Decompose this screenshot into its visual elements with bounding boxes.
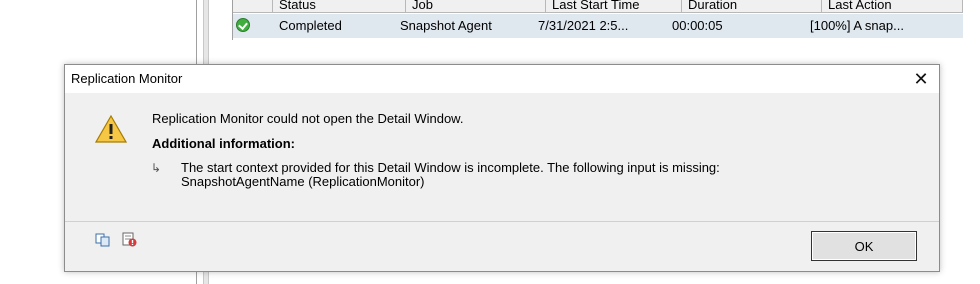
warning-icon — [95, 115, 127, 143]
header-last-action[interactable]: Last Action — [822, 0, 963, 12]
additional-info-label: Additional information: — [152, 136, 295, 151]
technical-details-icon[interactable] — [121, 231, 137, 247]
status-cell-icon — [233, 14, 253, 38]
grid-header: Status Job Last Start Time Duration Last… — [233, 0, 963, 13]
dialog-titlebar[interactable]: Replication Monitor ✕ — [65, 65, 939, 93]
close-button[interactable]: ✕ — [909, 67, 933, 91]
cell-job: Snapshot Agent — [400, 18, 492, 33]
copy-icon[interactable] — [95, 231, 111, 247]
agent-history-grid: Status Job Last Start Time Duration Last… — [232, 0, 963, 40]
error-message: Replication Monitor could not open the D… — [152, 111, 464, 126]
header-last-start-time[interactable]: Last Start Time — [546, 0, 682, 12]
ok-button[interactable]: OK — [811, 231, 917, 261]
dialog-title: Replication Monitor — [71, 71, 183, 86]
header-job[interactable]: Job — [406, 0, 546, 12]
cell-duration: 00:00:05 — [672, 18, 723, 33]
cell-status: Completed — [279, 18, 342, 33]
cell-last-start-time: 7/31/2021 2:5... — [538, 18, 629, 33]
dialog-separator — [65, 221, 939, 222]
detail-message: The start context provided for this Deta… — [181, 160, 720, 189]
table-row[interactable]: Completed Snapshot Agent 7/31/2021 2:5..… — [233, 14, 963, 38]
header-status[interactable]: Status — [273, 0, 406, 12]
cell-last-action: [100%] A snap... — [810, 18, 904, 33]
header-icon-col[interactable] — [233, 0, 273, 12]
error-dialog: Replication Monitor ✕ Replication Monito… — [64, 64, 940, 272]
check-icon — [236, 18, 250, 32]
header-duration[interactable]: Duration — [682, 0, 822, 12]
detail-arrow-icon: ↳ — [151, 161, 162, 175]
